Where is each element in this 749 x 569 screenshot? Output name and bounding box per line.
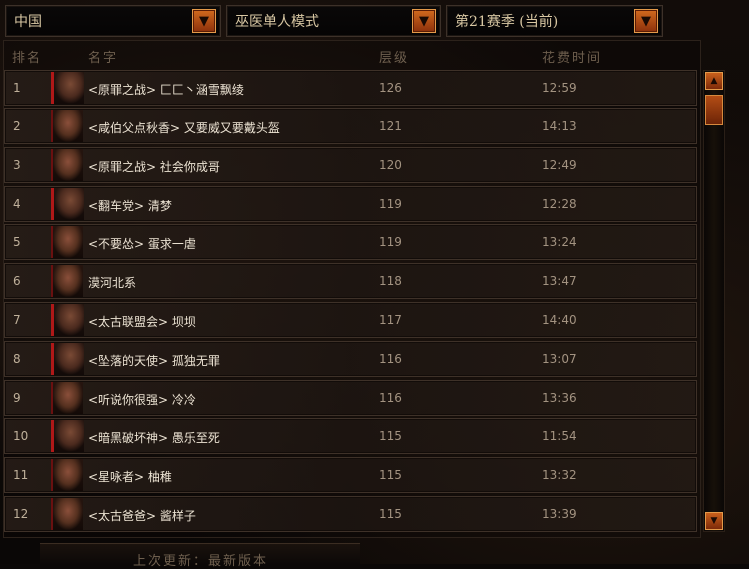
table-row[interactable]: 8 <坠落的天使> 孤独无罪 116 13:07 — [4, 341, 697, 377]
table-row[interactable]: 7 <太古联盟会> 坝坝 117 14:40 — [4, 302, 697, 338]
player-name[interactable]: <咸伯父点秋香> 又要威又要戴头盔 — [88, 119, 280, 136]
time-cell: 14:13 — [542, 119, 577, 133]
table-row[interactable]: 9 <听说你很强> 冷冷 116 13:36 — [4, 380, 697, 416]
scroll-thumb[interactable] — [705, 95, 723, 125]
column-rank[interactable]: 排名 — [12, 47, 42, 66]
player-name[interactable]: <坠落的天使> 孤独无罪 — [88, 352, 220, 369]
rank-cell: 8 — [13, 352, 21, 366]
chevron-up-icon[interactable]: ▲ — [705, 72, 723, 90]
player-name[interactable]: <星咏者> 柚稚 — [88, 468, 172, 485]
player-name[interactable]: <暗黑破坏神> 愚乐至死 — [88, 429, 220, 446]
region-dropdown[interactable]: 中国 ▼ — [5, 5, 221, 37]
footer-text: 上次更新：最新版本 — [133, 554, 269, 569]
time-cell: 13:47 — [542, 274, 577, 288]
rank-cell: 2 — [13, 119, 21, 133]
time-cell: 12:49 — [542, 158, 577, 172]
table-row[interactable]: 6 漠河北系 118 13:47 — [4, 263, 697, 299]
season-dropdown[interactable]: 第21赛季 (当前) ▼ — [446, 5, 663, 37]
player-name[interactable]: <太古联盟会> 坝坝 — [88, 313, 196, 330]
footer-bar: 上次更新：最新版本 — [40, 543, 360, 569]
time-cell: 12:28 — [542, 197, 577, 211]
player-name[interactable]: <翻车党> 清梦 — [88, 197, 172, 214]
avatar — [51, 343, 84, 375]
rank-cell: 6 — [13, 274, 21, 288]
time-cell: 13:24 — [542, 235, 577, 249]
chevron-down-icon[interactable]: ▼ — [634, 9, 658, 33]
level-cell: 116 — [379, 391, 402, 405]
rank-cell: 7 — [13, 313, 21, 327]
region-value: 中国 — [14, 14, 42, 30]
time-cell: 12:59 — [542, 81, 577, 95]
avatar — [51, 420, 84, 452]
table-row[interactable]: 10 <暗黑破坏神> 愚乐至死 115 11:54 — [4, 418, 697, 454]
player-name[interactable]: <原罪之战> 匚匚丶涵雪飘绫 — [88, 81, 244, 98]
time-cell: 11:54 — [542, 429, 577, 443]
chevron-down-icon[interactable]: ▼ — [412, 9, 436, 33]
level-cell: 121 — [379, 119, 402, 133]
level-cell: 120 — [379, 158, 402, 172]
level-cell: 126 — [379, 81, 402, 95]
rank-cell: 9 — [13, 391, 21, 405]
chevron-down-icon[interactable]: ▼ — [705, 512, 723, 530]
avatar — [51, 226, 83, 258]
rank-cell: 1 — [13, 81, 21, 95]
level-cell: 119 — [379, 235, 402, 249]
level-cell: 115 — [379, 507, 402, 521]
mode-dropdown[interactable]: 巫医单人模式 ▼ — [226, 5, 441, 37]
table-row[interactable]: 2 <咸伯父点秋香> 又要威又要戴头盔 121 14:13 — [4, 108, 697, 144]
avatar — [51, 304, 84, 336]
table-row[interactable]: 11 <星咏者> 柚稚 115 13:32 — [4, 457, 697, 493]
time-cell: 13:39 — [542, 507, 577, 521]
table-row[interactable]: 5 <不要怂> 蛋求一虐 119 13:24 — [4, 224, 697, 260]
column-time[interactable]: 花费时间 — [542, 47, 602, 66]
player-name[interactable]: <太古爸爸> 酱样子 — [88, 507, 196, 524]
table-row[interactable]: 12 <太古爸爸> 酱样子 115 13:39 — [4, 496, 697, 532]
avatar — [51, 498, 83, 530]
level-cell: 119 — [379, 197, 402, 211]
time-cell: 14:40 — [542, 313, 577, 327]
avatar — [51, 72, 84, 104]
level-cell: 116 — [379, 352, 402, 366]
rank-cell: 11 — [13, 468, 29, 482]
chevron-down-icon[interactable]: ▼ — [192, 9, 216, 33]
level-cell: 115 — [379, 468, 402, 482]
level-cell: 118 — [379, 274, 402, 288]
avatar — [51, 110, 83, 142]
table-row[interactable]: 4 <翻车党> 清梦 119 12:28 — [4, 186, 697, 222]
column-name[interactable]: 名字 — [88, 47, 118, 66]
table-header: 排名 名字 层级 花费时间 — [0, 45, 700, 67]
avatar — [51, 382, 83, 414]
avatar — [51, 149, 83, 181]
rank-cell: 12 — [13, 507, 29, 521]
avatar — [51, 188, 84, 220]
table-row[interactable]: 1 <原罪之战> 匚匚丶涵雪飘绫 126 12:59 — [4, 70, 697, 106]
season-value: 第21赛季 (当前) — [455, 14, 559, 30]
rank-cell: 4 — [13, 197, 21, 211]
mode-value: 巫医单人模式 — [235, 14, 319, 30]
level-cell: 115 — [379, 429, 402, 443]
rank-cell: 5 — [13, 235, 21, 249]
table-row[interactable]: 3 <原罪之战> 社会你成哥 120 12:49 — [4, 147, 697, 183]
rank-cell: 3 — [13, 158, 21, 172]
player-name[interactable]: <原罪之战> 社会你成哥 — [88, 158, 220, 175]
player-name[interactable]: 漠河北系 — [88, 274, 136, 291]
scrollbar[interactable]: ▲ ▼ — [703, 70, 725, 532]
avatar — [51, 459, 83, 491]
player-name[interactable]: <听说你很强> 冷冷 — [88, 391, 196, 408]
time-cell: 13:07 — [542, 352, 577, 366]
avatar — [51, 265, 83, 297]
time-cell: 13:36 — [542, 391, 577, 405]
column-level[interactable]: 层级 — [379, 47, 409, 66]
level-cell: 117 — [379, 313, 402, 327]
rank-cell: 10 — [13, 429, 29, 443]
time-cell: 13:32 — [542, 468, 577, 482]
player-name[interactable]: <不要怂> 蛋求一虐 — [88, 235, 196, 252]
